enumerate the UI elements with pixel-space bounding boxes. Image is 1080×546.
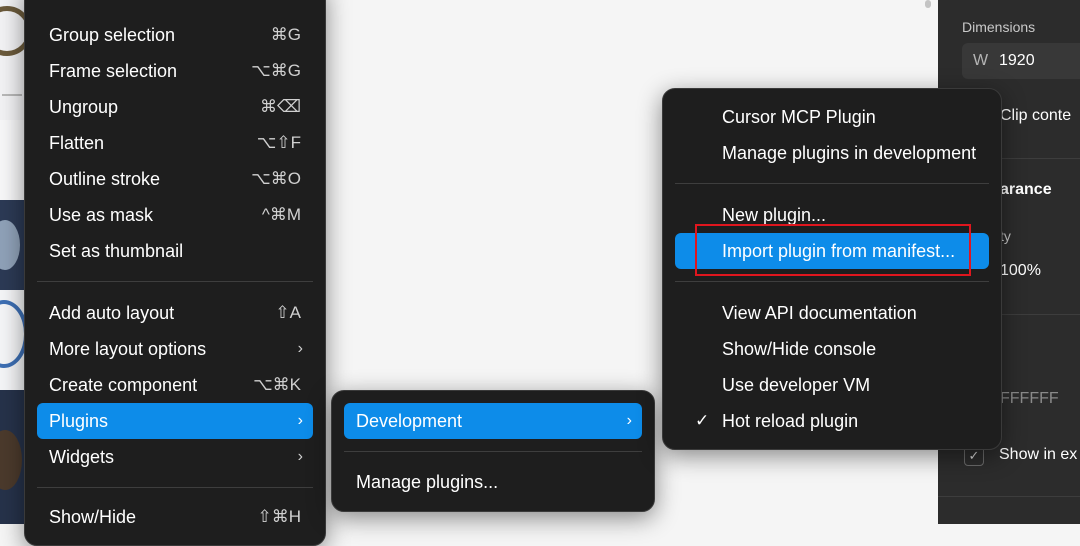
menu-item-use-developer-vm[interactable]: Use developer VM	[675, 367, 989, 403]
menu-item-show-hide[interactable]: Show/Hide ⇧⌘H	[37, 499, 313, 535]
menu-item-hot-reload-plugin[interactable]: ✓ Hot reload plugin	[675, 403, 989, 439]
shortcut-label: ⌥⇧F	[256, 133, 301, 152]
menu-item-outline-stroke[interactable]: Outline stroke ⌥⌘O	[37, 161, 313, 197]
chevron-right-icon: ›	[297, 448, 303, 465]
menu-item-view-api-documentation[interactable]: View API documentation	[675, 295, 989, 331]
menu-separator	[37, 487, 313, 488]
menu-item-plugins[interactable]: Plugins ›	[37, 403, 313, 439]
menu-item-development[interactable]: Development ›	[344, 403, 642, 439]
menu-separator	[675, 281, 989, 282]
menu-separator	[37, 281, 313, 282]
menu-item-add-auto-layout[interactable]: Add auto layout ⇧A	[37, 295, 313, 331]
chevron-right-icon: ›	[297, 412, 303, 429]
shortcut-label: ⌘G	[270, 25, 301, 44]
shortcut-label: ⌥⌘K	[253, 375, 301, 394]
shortcut-label: ⌥⌘G	[251, 61, 301, 80]
menu-item-set-as-thumbnail[interactable]: Set as thumbnail	[37, 233, 313, 269]
menu-item-new-plugin[interactable]: New plugin...	[675, 197, 989, 233]
menu-item-frame-selection[interactable]: Frame selection ⌥⌘G	[37, 53, 313, 89]
canvas-scrollbar[interactable]	[925, 0, 931, 8]
shortcut-label: ⇧A	[275, 303, 301, 322]
thumbnail-bowl-image	[0, 390, 26, 524]
thumbnail-ring-image	[0, 0, 26, 120]
menu-item-ungroup[interactable]: Ungroup ⌘⌫	[37, 89, 313, 125]
menu-item-widgets[interactable]: Widgets ›	[37, 439, 313, 475]
dimensions-label: Dimensions	[962, 19, 1036, 35]
appearance-heading: arance	[1000, 181, 1052, 198]
development-submenu: Cursor MCP Plugin Manage plugins in deve…	[662, 88, 1002, 450]
width-value: 1920	[999, 52, 1035, 69]
show-in-export-label: Show in ex	[999, 446, 1078, 463]
thumbnail-white-image	[0, 120, 26, 200]
clip-content-label[interactable]: Clip conte	[1000, 107, 1071, 125]
shortcut-label: ⌥⌘O	[251, 169, 301, 188]
width-prefix: W	[973, 52, 989, 69]
menu-separator	[344, 451, 642, 452]
menu-item-show-hide-console[interactable]: Show/Hide console	[675, 331, 989, 367]
menu-item-more-layout-options[interactable]: More layout options ›	[37, 331, 313, 367]
checkmark-icon: ✓	[695, 411, 710, 430]
thumbnail-pot-image	[0, 200, 26, 290]
menu-item-flatten[interactable]: Flatten ⌥⇧F	[37, 125, 313, 161]
menu-item-create-component[interactable]: Create component ⌥⌘K	[37, 367, 313, 403]
opacity-value[interactable]: 100%	[1000, 262, 1041, 280]
menu-item-manage-plugins-in-development[interactable]: Manage plugins in development	[675, 135, 989, 171]
menu-item-manage-plugins[interactable]: Manage plugins...	[344, 464, 642, 500]
width-field[interactable]: W 1920	[962, 43, 1080, 79]
menu-item-group-selection[interactable]: Group selection ⌘G	[37, 17, 313, 53]
canvas-thumbnail-strip	[0, 0, 26, 524]
chevron-right-icon: ›	[297, 340, 303, 357]
menu-item-use-as-mask[interactable]: Use as mask ^⌘M	[37, 197, 313, 233]
plugins-submenu: Development › Manage plugins...	[331, 390, 655, 512]
menu-item-import-plugin-from-manifest[interactable]: Import plugin from manifest...	[675, 233, 989, 269]
menu-item-cursor-mcp-plugin[interactable]: Cursor MCP Plugin	[675, 99, 989, 135]
shortcut-label: ^⌘M	[261, 205, 301, 224]
thumbnail-arc-image	[0, 290, 26, 390]
fill-hex-value[interactable]: FFFFFF	[1000, 390, 1059, 408]
shortcut-label: ⇧⌘H	[257, 507, 301, 526]
context-menu: Group selection ⌘G Frame selection ⌥⌘G U…	[24, 0, 326, 546]
panel-divider	[938, 496, 1080, 497]
menu-separator	[675, 183, 989, 184]
chevron-right-icon: ›	[626, 412, 632, 429]
shortcut-label: ⌘⌫	[259, 97, 301, 116]
